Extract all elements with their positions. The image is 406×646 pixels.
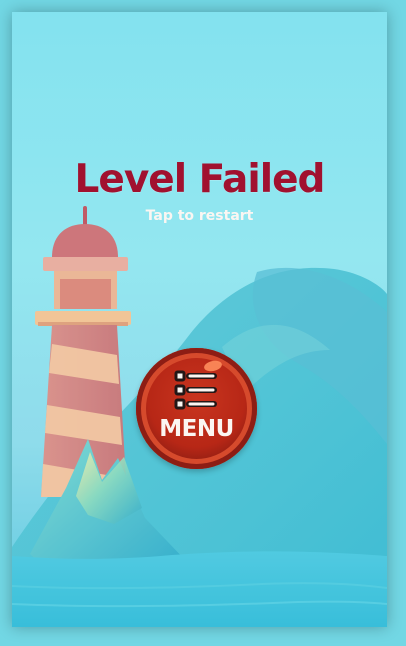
menu-button-label: MENU xyxy=(159,416,234,442)
menu-button[interactable]: MENU xyxy=(136,348,257,469)
level-failed-title: Level Failed xyxy=(74,157,326,202)
game-screen[interactable]: Level Failed Tap to restart MENU xyxy=(0,0,406,646)
menu-list-icon xyxy=(174,370,217,410)
level-failed-panel[interactable]: Level Failed Tap to restart MENU xyxy=(12,12,387,627)
restart-hint: Tap to restart xyxy=(145,208,254,224)
screen-overlay xyxy=(12,12,387,627)
